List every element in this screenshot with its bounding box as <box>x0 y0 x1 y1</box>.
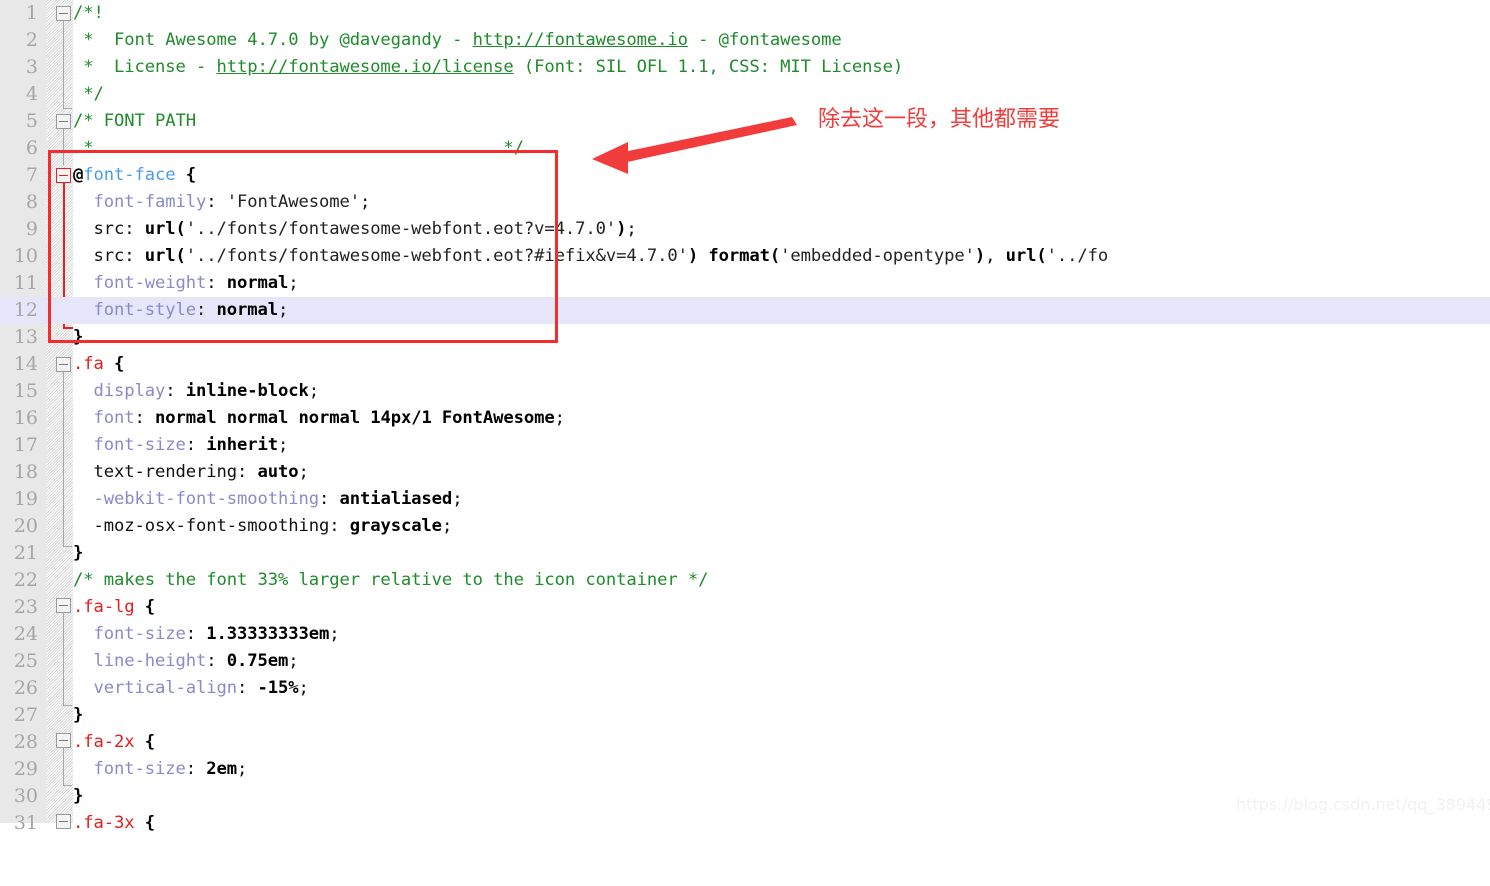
code-row[interactable]: 24 font-size: 1.33333333em; <box>0 621 1490 648</box>
line-number: 10 <box>13 245 38 267</box>
code-row[interactable]: 27 } <box>0 702 1490 729</box>
code-row[interactable]: 6 * */ <box>0 135 1490 162</box>
line-number: 18 <box>13 461 38 483</box>
line-content[interactable]: */ <box>73 81 104 108</box>
line-number: 2 <box>25 29 38 51</box>
code-row[interactable]: 4 */ <box>0 81 1490 108</box>
line-content[interactable]: /* makes the font 33% larger relative to… <box>73 567 708 594</box>
code-row[interactable]: 7 @font-face { <box>0 162 1490 189</box>
line-content[interactable]: src: url('../fonts/fontawesome-webfont.e… <box>73 243 1108 270</box>
code-row[interactable]: 8 font-family: 'FontAwesome'; <box>0 189 1490 216</box>
line-content[interactable]: display: inline-block; <box>73 378 320 405</box>
line-number: 14 <box>13 353 38 375</box>
line-content[interactable]: } <box>73 702 83 729</box>
line-number: 12 <box>13 299 38 321</box>
line-content[interactable]: /* FONT PATH <box>73 108 196 135</box>
line-content[interactable]: text-rendering: auto; <box>73 459 308 486</box>
line-number: 26 <box>13 677 38 699</box>
line-number: 11 <box>13 272 38 294</box>
line-content[interactable]: .fa-3x { <box>73 810 155 837</box>
line-content[interactable]: } <box>73 540 83 567</box>
line-number: 17 <box>13 434 38 456</box>
code-row-current[interactable]: 12 font-style: normal; <box>0 297 1490 324</box>
code-row[interactable]: 23 .fa-lg { <box>0 594 1490 621</box>
code-row[interactable]: 19 -webkit-font-smoothing: antialiased; <box>0 486 1490 513</box>
line-content[interactable]: * License - http://fontawesome.io/licens… <box>73 54 903 81</box>
line-number: 1 <box>25 2 38 24</box>
line-number: 13 <box>13 326 38 348</box>
code-row[interactable]: 14 .fa { <box>0 351 1490 378</box>
line-content[interactable]: -moz-osx-font-smoothing: grayscale; <box>73 513 452 540</box>
watermark: https://blog.csdn.net/qq_38944959 <box>1236 795 1490 814</box>
line-number: 19 <box>13 488 38 510</box>
annotation-note: 除去这一段，其他都需要 <box>818 107 1061 132</box>
line-content[interactable]: font-family: 'FontAwesome'; <box>73 189 371 216</box>
line-content[interactable]: font-size: inherit; <box>73 432 289 459</box>
code-lines: 1 /*! 2 * Font Awesome 4.7.0 by @davegan… <box>0 0 1490 834</box>
code-row[interactable]: 22 /* makes the font 33% larger relative… <box>0 567 1490 594</box>
line-number: 21 <box>13 542 38 564</box>
line-number: 29 <box>13 758 38 780</box>
line-content[interactable]: font-size: 1.33333333em; <box>73 621 340 648</box>
code-row[interactable]: 1 /*! <box>0 0 1490 27</box>
line-content[interactable]: font-style: normal; <box>73 297 289 324</box>
code-row[interactable]: 31 .fa-3x { <box>0 810 1490 837</box>
line-number: 3 <box>25 56 38 78</box>
line-content[interactable]: * */ <box>73 135 524 162</box>
code-row[interactable]: 10 src: url('../fonts/fontawesome-webfon… <box>0 243 1490 270</box>
line-content[interactable]: font-weight: normal; <box>73 270 299 297</box>
code-row[interactable]: 21 } <box>0 540 1490 567</box>
line-number: 25 <box>13 650 38 672</box>
line-number: 16 <box>13 407 38 429</box>
line-content[interactable]: src: url('../fonts/fontawesome-webfont.e… <box>73 216 636 243</box>
code-row[interactable]: 5 /* FONT PATH <box>0 108 1490 135</box>
code-row[interactable]: 3 * License - http://fontawesome.io/lice… <box>0 54 1490 81</box>
code-row[interactable]: 25 line-height: 0.75em; <box>0 648 1490 675</box>
line-content[interactable]: } <box>73 783 83 810</box>
code-row[interactable]: 16 font: normal normal normal 14px/1 Fon… <box>0 405 1490 432</box>
code-editor[interactable]: 1 /*! 2 * Font Awesome 4.7.0 by @davegan… <box>0 0 1490 834</box>
line-number: 23 <box>13 596 38 618</box>
line-content[interactable]: font-size: 2em; <box>73 756 248 783</box>
line-content[interactable]: @font-face { <box>73 162 196 189</box>
code-row[interactable]: 20 -moz-osx-font-smoothing: grayscale; <box>0 513 1490 540</box>
code-row[interactable]: 17 font-size: inherit; <box>0 432 1490 459</box>
line-number: 28 <box>13 731 38 753</box>
code-row[interactable]: 28 .fa-2x { <box>0 729 1490 756</box>
code-row[interactable]: 29 font-size: 2em; <box>0 756 1490 783</box>
line-number: 30 <box>13 785 38 807</box>
line-number: 15 <box>13 380 38 402</box>
code-row[interactable]: 11 font-weight: normal; <box>0 270 1490 297</box>
line-content[interactable]: .fa { <box>73 351 124 378</box>
line-content[interactable]: line-height: 0.75em; <box>73 648 299 675</box>
line-number: 8 <box>25 191 38 213</box>
line-number: 5 <box>25 110 38 132</box>
code-row[interactable]: 15 display: inline-block; <box>0 378 1490 405</box>
code-row[interactable]: 9 src: url('../fonts/fontawesome-webfont… <box>0 216 1490 243</box>
code-row[interactable]: 26 vertical-align: -15%; <box>0 675 1490 702</box>
line-number: 7 <box>25 164 38 186</box>
code-row[interactable]: 2 * Font Awesome 4.7.0 by @davegandy - h… <box>0 27 1490 54</box>
line-content[interactable]: vertical-align: -15%; <box>73 675 309 702</box>
line-content[interactable]: -webkit-font-smoothing: antialiased; <box>73 486 463 513</box>
line-content[interactable]: } <box>73 324 83 351</box>
line-content[interactable]: .fa-lg { <box>73 594 155 621</box>
line-content[interactable]: * Font Awesome 4.7.0 by @davegandy - htt… <box>73 27 841 54</box>
line-number: 6 <box>25 137 38 159</box>
line-number: 20 <box>13 515 38 537</box>
line-content[interactable]: font: normal normal normal 14px/1 FontAw… <box>73 405 566 432</box>
line-content[interactable]: .fa-2x { <box>73 729 155 756</box>
line-number: 24 <box>13 623 38 645</box>
line-number: 27 <box>13 704 38 726</box>
line-number: 31 <box>13 812 38 834</box>
line-number: 22 <box>13 569 38 591</box>
code-row[interactable]: 18 text-rendering: auto; <box>0 459 1490 486</box>
code-row[interactable]: 13 } <box>0 324 1490 351</box>
line-content[interactable]: /*! <box>73 0 104 27</box>
line-number: 4 <box>25 83 38 105</box>
line-number: 9 <box>25 218 38 240</box>
